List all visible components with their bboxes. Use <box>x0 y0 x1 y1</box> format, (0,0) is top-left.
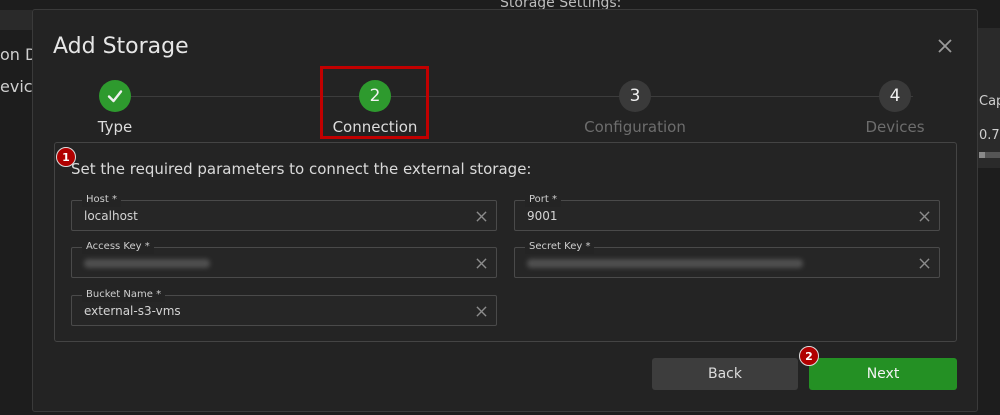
bucket-name-field-value: external-s3-vms <box>84 304 181 318</box>
step-circle-pending: 3 <box>619 80 651 112</box>
port-field-label: Port * <box>525 193 562 207</box>
clear-button[interactable] <box>474 256 488 270</box>
clear-button[interactable] <box>474 209 488 223</box>
clear-button[interactable] <box>474 304 488 318</box>
secret-key-field[interactable]: Secret Key * <box>514 240 940 278</box>
clear-icon <box>475 210 487 222</box>
back-button[interactable]: Back <box>652 358 798 390</box>
step-label: Type <box>97 118 133 136</box>
access-key-field-label: Access Key * <box>82 240 154 254</box>
stepper-line <box>115 96 913 97</box>
step-circle-done <box>99 80 131 112</box>
secret-key-field-label: Secret Key * <box>525 240 595 254</box>
redacted-value <box>84 259 210 268</box>
checkmark-icon <box>107 90 123 103</box>
host-field[interactable]: Host * localhost <box>71 193 497 231</box>
background-column-header: Cap <box>979 94 1000 109</box>
host-field-value: localhost <box>84 209 138 223</box>
background-text: evic <box>0 77 33 96</box>
background-right-panel: Cap 0.7 <box>977 28 1000 168</box>
step-circle-pending: 4 <box>879 80 911 112</box>
wizard-stepper: Type 2 Connection 3 Configuration 4 Devi… <box>73 78 953 138</box>
connection-step-highlight <box>320 66 429 139</box>
close-icon <box>938 39 952 53</box>
bucket-name-field-label: Bucket Name * <box>82 288 166 302</box>
step-devices: 4 Devices <box>835 78 955 136</box>
clear-icon <box>918 257 930 269</box>
background-capacity-value: 0.7 <box>979 128 1000 143</box>
background-capacity-bar <box>979 152 1000 158</box>
connection-form-panel: 1 Set the required parameters to connect… <box>54 142 957 342</box>
background-left-bar <box>0 10 32 30</box>
form-heading: Set the required parameters to connect t… <box>71 160 532 178</box>
port-field-value: 9001 <box>527 209 558 223</box>
step-label: Configuration <box>584 118 686 136</box>
step-type: Type <box>55 78 175 136</box>
clear-icon <box>918 210 930 222</box>
access-key-field[interactable]: Access Key * <box>71 240 497 278</box>
dialog-title: Add Storage <box>53 34 189 59</box>
clear-button[interactable] <box>917 209 931 223</box>
close-button[interactable] <box>933 34 957 58</box>
bucket-name-field[interactable]: Bucket Name * external-s3-vms <box>71 288 497 326</box>
clear-button[interactable] <box>917 256 931 270</box>
step-label: Devices <box>865 118 925 136</box>
annotation-badge: 2 <box>799 346 819 366</box>
host-field-label: Host * <box>82 193 121 207</box>
port-field[interactable]: Port * 9001 <box>514 193 940 231</box>
clear-icon <box>475 305 487 317</box>
clear-icon <box>475 257 487 269</box>
redacted-value <box>527 259 803 268</box>
step-configuration: 3 Configuration <box>575 78 695 136</box>
add-storage-dialog: Add Storage Type 2 Connection 3 Configur… <box>32 9 978 412</box>
next-button[interactable]: Next <box>809 358 957 390</box>
